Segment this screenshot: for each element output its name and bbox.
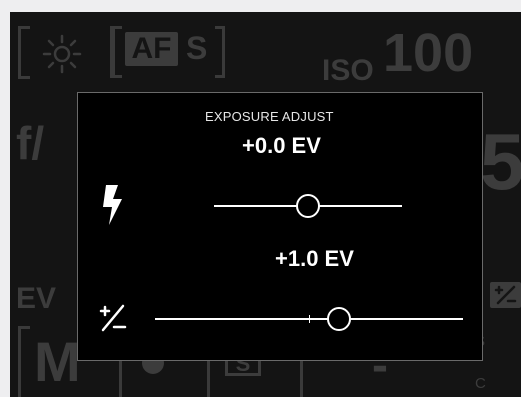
flash-icon bbox=[103, 185, 122, 225]
exposure-compensation-icon bbox=[99, 304, 127, 332]
shutter-fragment[interactable]: 5 bbox=[480, 122, 521, 202]
flash-slider-handle[interactable] bbox=[296, 194, 320, 218]
mode-label[interactable]: M bbox=[34, 334, 81, 390]
exposure-comp-badge-icon bbox=[494, 285, 517, 305]
af-bracket bbox=[112, 26, 122, 78]
flash-ev-value: +0.0 EV bbox=[242, 133, 321, 158]
dialog-title: EXPOSURE ADJUST bbox=[205, 109, 334, 124]
mode-bracket bbox=[18, 326, 30, 397]
exposure-comp-badge bbox=[490, 282, 521, 308]
iso-label: ISO bbox=[322, 54, 374, 87]
camera-screen: AF S ISO 100 f/ 5 EV M S - S C EXPOSURE … bbox=[10, 12, 521, 397]
exposure-adjust-dialog: EXPOSURE ADJUST +0.0 EV +1.0 EV bbox=[77, 92, 483, 361]
af-bracket-right bbox=[215, 26, 225, 78]
metering-bracket-right bbox=[98, 26, 113, 78]
exposure-slider[interactable] bbox=[155, 306, 463, 332]
ev-label: EV bbox=[16, 282, 57, 315]
af-mode-label: S bbox=[186, 30, 208, 66]
exposure-slider-handle[interactable] bbox=[327, 307, 351, 331]
sun-icon[interactable] bbox=[42, 34, 82, 74]
iso-value[interactable]: 100 bbox=[383, 26, 473, 80]
aperture-prefix[interactable]: f/ bbox=[16, 120, 44, 166]
metering-bracket-top bbox=[18, 26, 30, 29]
flash-slider[interactable] bbox=[214, 193, 402, 219]
exposure-ev-value: +1.0 EV bbox=[275, 246, 354, 271]
af-badge[interactable]: AF bbox=[125, 32, 178, 66]
side-label-c: C bbox=[475, 375, 486, 392]
exposure-slider-zero-tick bbox=[309, 315, 310, 323]
metering-bracket-bottom bbox=[18, 76, 30, 79]
